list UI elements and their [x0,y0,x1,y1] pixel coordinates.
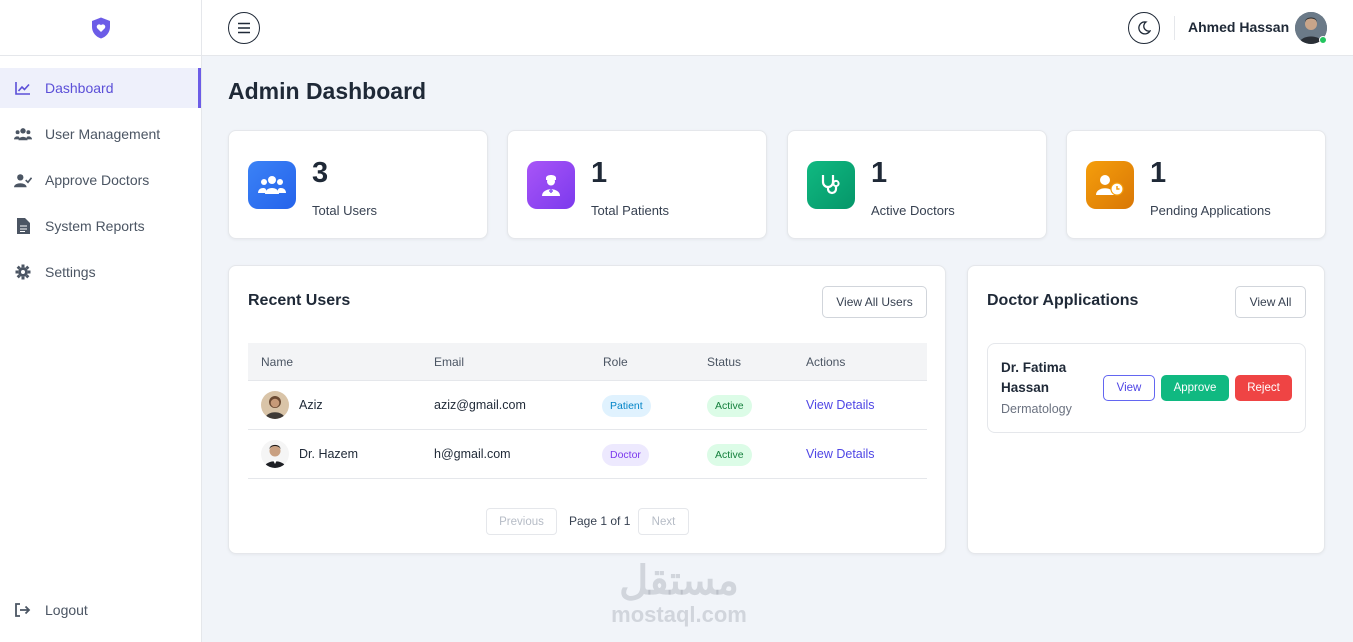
next-page-button[interactable]: Next [638,508,689,535]
stat-card-total-patients: 1 Total Patients [507,130,767,239]
topbar-divider [1174,16,1175,40]
sidebar-nav: Dashboard User Management Approve Doctor… [0,56,201,292]
gear-icon [14,263,32,281]
sidebar-item-settings[interactable]: Settings [0,252,201,292]
view-all-users-button[interactable]: View All Users [822,286,927,318]
stat-card-pending-applications: 1 Pending Applications [1066,130,1326,239]
column-header-actions: Actions [806,355,846,369]
role-badge: Patient [602,395,651,417]
user-email-cell: h@gmail.com [434,447,511,461]
status-badge: Active [707,395,752,417]
column-header-name: Name [261,355,294,369]
sidebar-item-label: System Reports [45,218,145,234]
status-badge: Active [707,444,752,466]
previous-page-button[interactable]: Previous [486,508,557,535]
logout-icon [14,601,32,619]
sidebar-item-system-reports[interactable]: System Reports [0,206,201,246]
user-email-cell: aziz@gmail.com [434,398,526,412]
users-icon [14,125,32,143]
view-details-link[interactable]: View Details [806,398,875,412]
table-header: Name Email Role Status Actions [248,343,927,381]
stat-label: Total Users [312,203,378,218]
user-check-icon [14,171,32,189]
user-name[interactable]: Ahmed Hassan [1188,19,1289,35]
theme-toggle-button[interactable] [1128,12,1160,44]
stat-value: 1 [591,157,608,189]
approve-button[interactable]: Approve [1161,375,1229,401]
view-application-button[interactable]: View [1103,375,1155,401]
avatar [261,440,289,468]
stat-label: Active Doctors [871,203,955,218]
column-header-email: Email [434,355,465,369]
online-status-dot [1319,36,1327,44]
page-indicator: Page 1 of 1 [569,514,631,528]
stat-card-active-doctors: 1 Active Doctors [787,130,1047,239]
logout-label: Logout [45,602,88,618]
sidebar-item-dashboard[interactable]: Dashboard [0,68,201,108]
watermark-latin: mostaql.com [611,602,747,627]
user-name-cell: Aziz [299,398,323,412]
reject-button[interactable]: Reject [1235,375,1292,401]
menu-toggle-button[interactable] [228,12,260,44]
view-all-applications-button[interactable]: View All [1235,286,1306,318]
logout-button[interactable]: Logout [0,590,201,630]
sidebar-item-user-management[interactable]: User Management [0,114,201,154]
applicant-name: Dr. Fatima Hassan [1001,360,1067,395]
recent-users-title: Recent Users [248,292,351,309]
recent-users-card: Recent Users View All Users Name Email R… [228,265,946,554]
role-badge: Doctor [602,444,649,466]
chart-line-icon [14,79,32,97]
sidebar-item-label: User Management [45,126,161,142]
users-icon [248,161,296,209]
hamburger-icon [238,22,250,34]
sidebar-item-approve-doctors[interactable]: Approve Doctors [0,160,201,200]
stat-label: Pending Applications [1150,203,1271,218]
doctor-applications-card: Doctor Applications View All Dr. Fatima … [967,265,1325,554]
stethoscope-icon [807,161,855,209]
column-header-role: Role [603,355,628,369]
moon-icon [1138,21,1151,35]
sidebar-item-label: Settings [45,264,96,280]
watermark-arabic: مستقل [619,559,739,603]
sidebar-item-label: Dashboard [45,80,114,96]
doctor-applications-title: Doctor Applications [987,292,1139,309]
applicant-specialty: Dermatology [1001,402,1072,416]
file-icon [14,217,32,235]
table-row: Dr. Hazem h@gmail.com Doctor Active View… [248,430,927,479]
patient-icon [527,161,575,209]
logo[interactable] [0,0,201,56]
stat-value: 1 [1150,157,1167,189]
stat-value: 3 [312,157,329,189]
topbar: Ahmed Hassan [202,0,1353,56]
application-item: Dr. Fatima Hassan Dermatology View Appro… [987,343,1306,433]
sidebar-item-label: Approve Doctors [45,172,150,188]
shield-heart-icon [91,17,110,38]
user-name-cell: Dr. Hazem [299,447,359,461]
stat-label: Total Patients [591,203,670,218]
stat-card-total-users: 3 Total Users [228,130,488,239]
avatar [261,391,289,419]
column-header-status: Status [707,355,742,369]
page-title: Admin Dashboard [228,78,427,104]
stat-value: 1 [871,157,888,189]
sidebar: Dashboard User Management Approve Doctor… [0,0,202,642]
watermark: مستقل mostaql.com [594,560,764,628]
view-details-link[interactable]: View Details [806,447,875,461]
table-row: Aziz aziz@gmail.com Patient Active View … [248,381,927,430]
user-clock-icon [1086,161,1134,209]
